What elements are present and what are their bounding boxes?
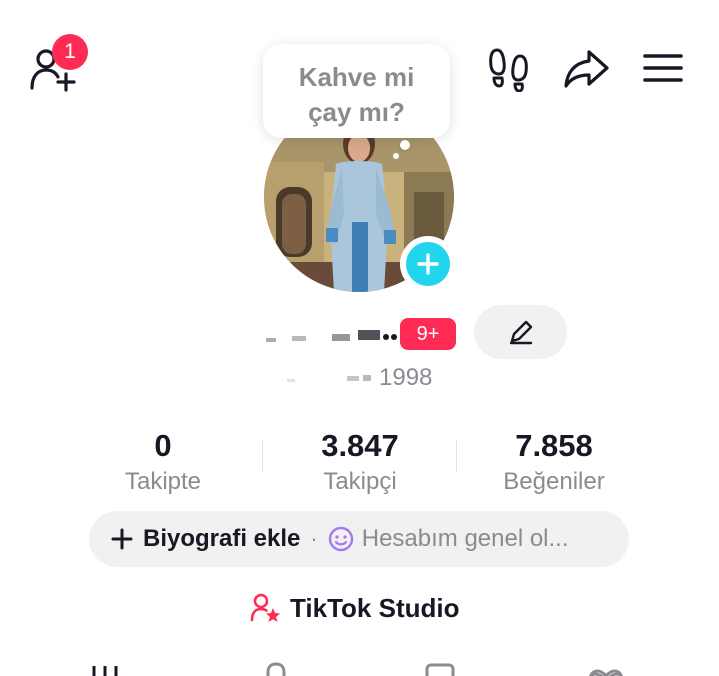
share-arrow-icon: [564, 50, 609, 88]
footprints-icon: [489, 48, 528, 92]
following-stat[interactable]: 0 Takipte: [63, 428, 263, 498]
videos-grid-icon[interactable]: [90, 660, 124, 676]
bio-separator: ·: [310, 526, 318, 551]
tiktok-studio-link[interactable]: TikTok Studio: [250, 590, 459, 626]
bubble-line-1: Kahve mi: [298, 62, 415, 92]
notification-badge: 1: [52, 34, 88, 70]
likes-label: Beğeniler: [503, 468, 605, 495]
age-badge: 9+: [400, 318, 456, 350]
followers-count: 3.847: [321, 428, 399, 463]
bubble-line-2: çay mı?: [308, 97, 405, 127]
lock-icon[interactable]: [262, 660, 290, 676]
add-avatar-button[interactable]: [400, 236, 456, 292]
bio-suggestion[interactable]: Hesabım genel ol...: [328, 525, 569, 553]
likes-stat[interactable]: 7.858 Beğeniler: [454, 428, 654, 498]
handle-redacted: [287, 375, 371, 382]
add-bio-label: Biyografi ekle: [143, 525, 301, 552]
add-bio-button[interactable]: Biyografi ekle: [111, 525, 300, 553]
profile-views-button[interactable]: [484, 44, 534, 94]
liked-heart-icon[interactable]: [586, 660, 626, 676]
plus-icon: [111, 528, 133, 550]
following-count: 0: [154, 428, 172, 463]
status-bubble[interactable]: Kahve mi çay mı?: [263, 44, 450, 138]
tiktok-studio-label: TikTok Studio: [290, 592, 460, 623]
menu-button[interactable]: [640, 46, 686, 90]
followers-stat[interactable]: 3.847 Takipçi: [260, 428, 460, 498]
followers-label: Takipçi: [323, 468, 397, 495]
bubble-tail: [400, 140, 410, 150]
bio-hint-text: Hesabım genel ol...: [361, 525, 569, 552]
edit-profile-button[interactable]: [474, 305, 567, 359]
likes-count: 7.858: [515, 428, 593, 463]
hamburger-icon: [643, 54, 683, 82]
repost-icon[interactable]: [424, 660, 456, 676]
smiley-icon: [328, 526, 353, 552]
username-redacted: [266, 330, 397, 342]
add-friend-button[interactable]: 1: [28, 34, 92, 96]
pencil-icon: [509, 320, 532, 345]
share-button[interactable]: [560, 44, 612, 94]
creator-star-icon: [250, 593, 280, 622]
plus-icon: [406, 242, 450, 286]
bio-bar: Biyografi ekle · Hesabım genel ol...: [89, 511, 629, 567]
following-label: Takipte: [124, 468, 202, 495]
bubble-tail-small: [393, 153, 399, 159]
profile-year: 1998: [379, 364, 433, 391]
